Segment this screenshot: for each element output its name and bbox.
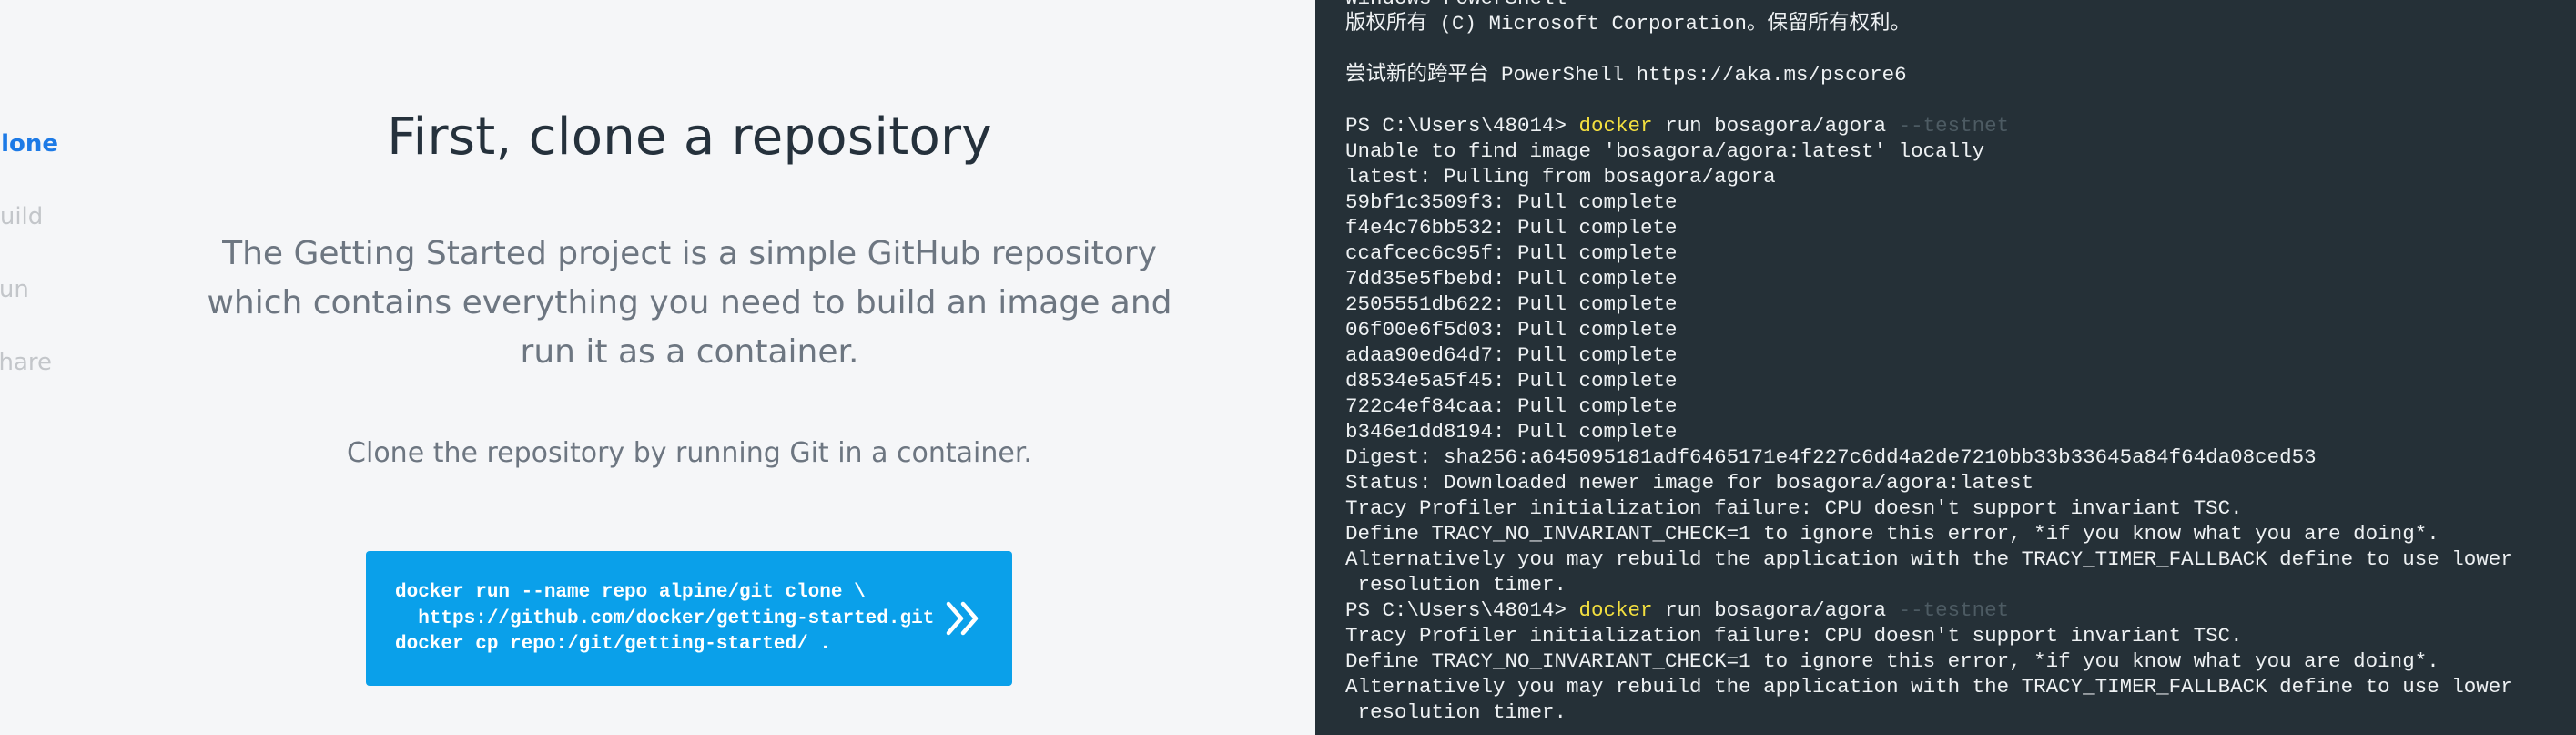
getting-started-pane: Clone Build Run Share First, clone a rep… [0,0,1315,735]
prompt-line: PS C:\Users\48014> docker run bosagora/a… [1345,597,2567,623]
output-line: 7dd35e5fbebd: Pull complete [1345,267,1678,291]
output-line: Define TRACY_NO_INVARIANT_CHECK=1 to ign… [1345,649,2439,673]
intro-text: The Getting Started project is a simple … [207,235,1172,371]
instruction-text: Clone the repository by running Git in a… [347,437,1032,469]
output-line: 722c4ef84caa: Pull complete [1345,394,1678,418]
command-line: docker cp repo:/git/getting-started/ . [395,634,831,655]
command-args: run bosagora/agora [1652,114,1899,138]
output-line: ccafcec6c95f: Pull complete [1345,241,1678,265]
terminal-header: Windows PowerShell [1345,0,2567,11]
output-line: Alternatively you may rebuild the applic… [1345,675,2513,699]
command-args: run bosagora/agora [1652,598,1899,622]
command-flag: --testnet [1898,114,2010,138]
output-line: Define TRACY_NO_INVARIANT_CHECK=1 to ign… [1345,522,2439,546]
command-word: docker [1578,598,1653,622]
command-line: docker run --name repo alpine/git clone … [395,582,866,603]
prompt-line: PS C:\Users\48014> docker run bosagora/a… [1345,113,2567,138]
output-line: d8534e5a5f45: Pull complete [1345,369,1678,393]
output-line: Unable to find image 'bosagora/agora:lat… [1345,139,1985,163]
page-title: First, clone a repository [387,107,992,167]
output-line: latest: Pulling from bosagora/agora [1345,165,1776,189]
step-share[interactable]: Share [0,344,56,417]
output-line: b346e1dd8194: Pull complete [1345,420,1678,444]
prompt: PS C:\Users\48014> [1345,598,1579,622]
output-line: resolution timer. [1345,700,1567,724]
output-block: Tracy Profiler initialization failure: C… [1345,623,2567,725]
output-line: Tracy Profiler initialization failure: C… [1345,624,2243,648]
copy-command-button[interactable]: docker run --name repo alpine/git clone … [366,551,1012,686]
output-line: resolution timer. [1345,573,1567,597]
terminal-tip: 尝试新的跨平台 PowerShell https://aka.ms/pscore… [1345,63,1907,87]
output-line: Tracy Profiler initialization failure: C… [1345,496,2243,520]
output-line: adaa90ed64d7: Pull complete [1345,343,1678,367]
command-word: docker [1578,114,1653,138]
terminal-copyright: 版权所有 (C) Microsoft Corporation。保留所有权利。 [1345,12,1912,36]
output-line: 2505551db622: Pull complete [1345,292,1678,316]
output-line: Status: Downloaded newer image for bosag… [1345,471,2034,495]
output-line: f4e4c76bb532: Pull complete [1345,216,1678,240]
output-line: 06f00e6f5d03: Pull complete [1345,318,1678,342]
output-block: Unable to find image 'bosagora/agora:lat… [1345,138,2567,597]
step-nav: Clone Build Run Share [0,126,73,417]
step-run[interactable]: Run [0,271,56,344]
prompt: PS C:\Users\48014> [1345,114,1579,138]
output-line: 59bf1c3509f3: Pull complete [1345,190,1678,214]
output-line: Alternatively you may rebuild the applic… [1345,547,2513,571]
command-flag: --testnet [1898,598,2010,622]
powershell-terminal[interactable]: Windows PowerShell 版权所有 (C) Microsoft Co… [1315,0,2576,735]
terminal-output: Windows PowerShell 版权所有 (C) Microsoft Co… [1345,0,2567,725]
double-chevron-right-icon[interactable] [941,597,985,640]
output-line: Digest: sha256:a645095181adf6465171e4f22… [1345,445,2317,469]
step-clone[interactable]: Clone [0,126,58,199]
step-build[interactable]: Build [0,199,56,271]
command-line: https://github.com/docker/getting-starte… [395,607,935,629]
